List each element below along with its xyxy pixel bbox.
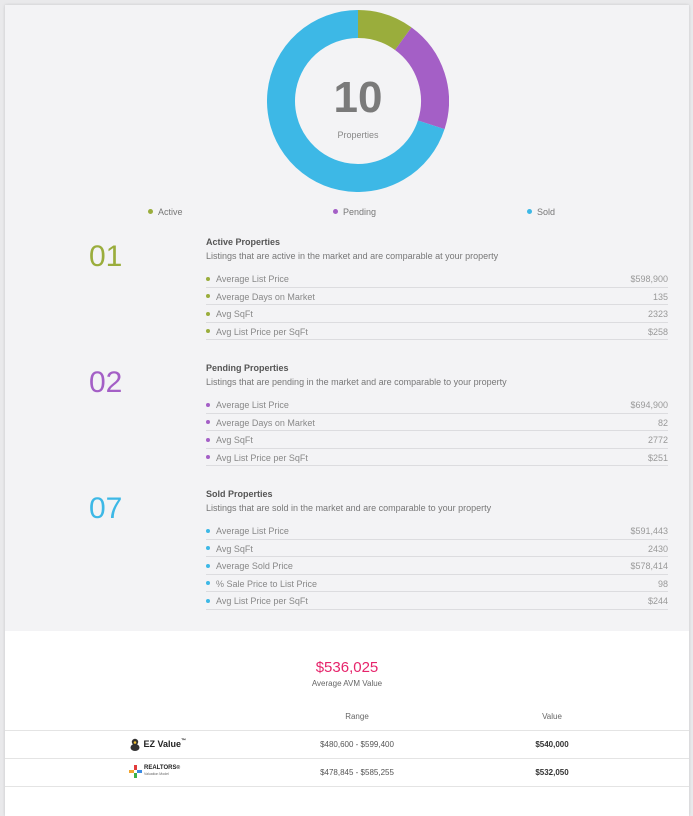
stat-row: % Sale Price to List Price 98	[206, 575, 668, 593]
stat-value: 82	[657, 417, 668, 428]
avm-row-realtors: REALTORS® Valuation Model $478,845 - $58…	[5, 759, 689, 787]
donut-segment-active	[357, 10, 412, 51]
stat-label: Average Days on Market	[216, 417, 315, 428]
legend-pending: Pending	[333, 207, 376, 217]
section-title: Active Properties	[206, 237, 281, 247]
total-properties-label: Properties	[337, 130, 379, 140]
avm-range: $478,845 - $585,255	[320, 768, 394, 777]
ez-value-logo-text: EZ Value	[143, 738, 182, 749]
bullet-dot	[206, 563, 210, 568]
stat-row: Average Sold Price $578,414	[206, 557, 668, 575]
section-description: Listings that are sold in the market and…	[206, 503, 492, 513]
stat-row: Average List Price $591,443	[206, 522, 668, 540]
avm-panel: $536,025 Average AVM Value Range Value E…	[5, 631, 689, 816]
stat-value: $598,900	[630, 274, 668, 284]
ez-value-logo: EZ Value™	[129, 738, 186, 752]
average-avm-label: Average AVM Value	[311, 679, 383, 688]
bullet-dot	[206, 402, 210, 407]
stat-label: % Sale Price to List Price	[216, 578, 318, 589]
stats-list: Average List Price $694,900 Average Days …	[206, 396, 668, 467]
section-number: 02	[89, 366, 123, 399]
avm-range: $480,600 - $599,400	[320, 740, 394, 749]
stat-label: Average List Price	[216, 274, 289, 284]
stat-value: 135	[652, 291, 668, 302]
stat-value: $251	[647, 452, 668, 463]
bullet-dot	[206, 546, 210, 551]
stat-label: Average List Price	[216, 526, 289, 536]
stat-label: Avg SqFt	[216, 543, 253, 554]
properties-donut-chart: 10 Properties	[267, 10, 449, 192]
stat-row: Avg SqFt 2430	[206, 540, 668, 558]
stat-value: 2772	[647, 435, 668, 446]
stat-row: Avg List Price per SqFt $251	[206, 449, 668, 467]
legend-sold-dot	[527, 209, 532, 215]
stat-value: $258	[647, 326, 668, 337]
stat-label: Avg List Price per SqFt	[216, 326, 308, 337]
stat-label: Avg List Price per SqFt	[216, 596, 308, 607]
stats-list: Average List Price $591,443 Avg SqFt 2430 …	[206, 522, 668, 610]
stat-value: 2430	[647, 543, 668, 554]
stat-row: Avg SqFt 2772	[206, 431, 668, 449]
realtors-logo-subtext: Valuation Model	[144, 772, 169, 776]
realtors-pinwheel-icon	[129, 765, 142, 778]
legend-sold: Sold	[527, 207, 555, 217]
legend-pending-dot	[333, 209, 338, 215]
legend-active-dot	[148, 209, 153, 215]
stat-label: Avg SqFt	[216, 435, 253, 446]
legend-active: Active	[148, 207, 183, 217]
stat-label: Avg SqFt	[216, 309, 253, 320]
bullet-dot	[206, 581, 210, 586]
stat-label: Average Days on Market	[216, 291, 315, 302]
section-title: Pending Properties	[206, 363, 289, 373]
section-title: Sold Properties	[206, 489, 273, 499]
legend-sold-label: Sold	[537, 207, 556, 217]
range-column-header: Range	[345, 712, 369, 721]
stat-value: $244	[647, 596, 668, 607]
bullet-dot	[206, 599, 210, 603]
stat-row: Avg List Price per SqFt $244	[206, 592, 668, 610]
bullet-dot	[206, 329, 210, 334]
stat-row: Average Days on Market 135	[206, 288, 668, 306]
bullet-dot	[206, 420, 210, 425]
section-number: 01	[89, 240, 123, 273]
legend-pending-label: Pending	[343, 207, 377, 217]
section-description: Listings that are pending in the market …	[206, 377, 507, 387]
avm-value: $532,050	[535, 768, 569, 777]
bullet-dot	[206, 528, 210, 533]
bullet-dot	[206, 311, 210, 316]
comparables-card: 10 Properties Active Pending Sold 01 Act…	[5, 5, 689, 816]
stat-value: $694,900	[630, 400, 668, 410]
realtors-logo: REALTORS® Valuation Model	[129, 765, 180, 779]
value-column-header: Value	[542, 712, 562, 721]
stat-label: Average List Price	[216, 400, 289, 410]
average-avm-value: $536,025	[315, 659, 379, 676]
avm-table-header: Range Value	[5, 703, 689, 731]
bullet-dot	[206, 294, 210, 299]
avm-row-ez-value: EZ Value™ $480,600 - $599,400 $540,000	[5, 731, 689, 759]
total-properties-count: 10	[333, 73, 383, 122]
stat-value: 2323	[647, 309, 668, 320]
stat-row: Average List Price $598,900	[206, 270, 668, 288]
stat-value: $578,414	[630, 561, 668, 572]
bullet-dot	[206, 276, 210, 281]
section-description: Listings that are active in the market a…	[206, 251, 499, 261]
bullet-dot	[206, 455, 210, 460]
stats-list: Average List Price $598,900 Average Days …	[206, 270, 668, 341]
legend-active-label: Active	[158, 207, 183, 217]
realtors-logo-reg: ®	[176, 765, 181, 771]
stat-row: Average Days on Market 82	[206, 414, 668, 432]
stat-row: Avg List Price per SqFt $258	[206, 323, 668, 341]
stat-row: Avg SqFt 2323	[206, 305, 668, 323]
bullet-dot	[206, 437, 210, 442]
stat-value: 98	[657, 578, 668, 589]
stat-row: Average List Price $694,900	[206, 396, 668, 414]
stat-label: Avg List Price per SqFt	[216, 452, 308, 463]
section-number: 07	[89, 492, 123, 525]
stat-value: $591,443	[630, 526, 668, 536]
ez-value-logo-tm: ™	[181, 738, 187, 744]
stat-label: Average Sold Price	[216, 561, 293, 572]
ez-value-mascot-icon	[130, 738, 140, 751]
avm-value: $540,000	[535, 740, 569, 749]
